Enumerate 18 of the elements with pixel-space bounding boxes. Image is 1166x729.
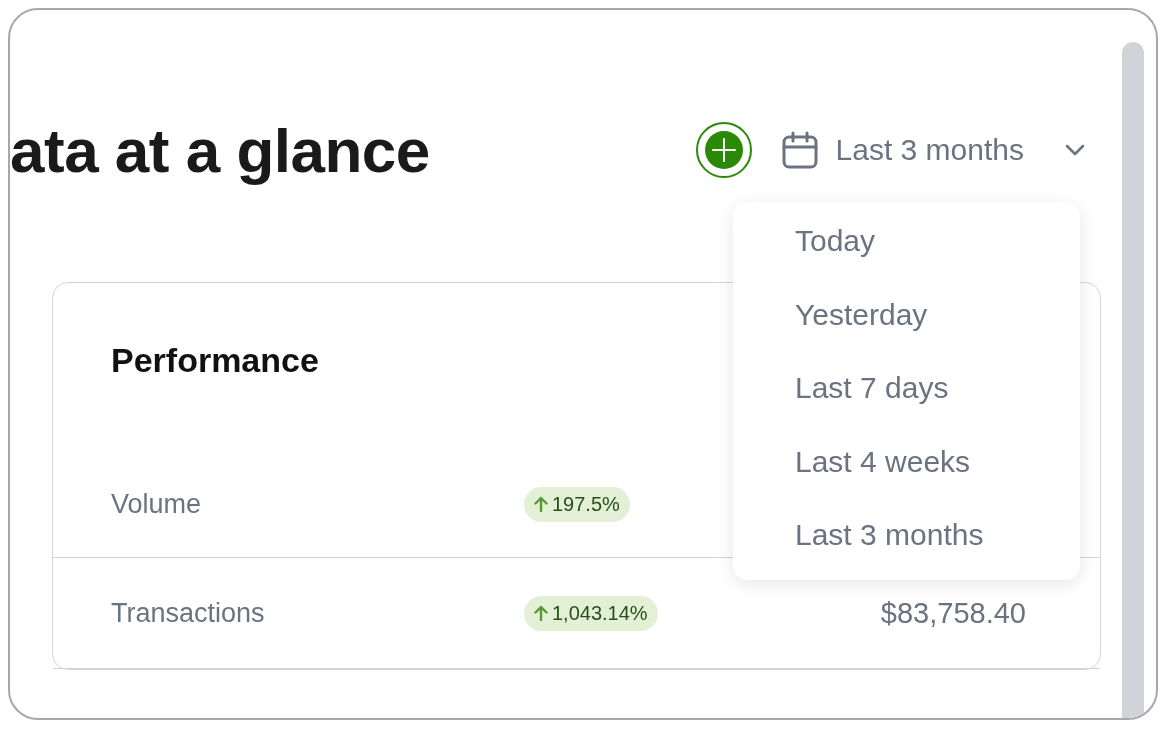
change-badge: 197.5% [524, 486, 630, 522]
menu-item[interactable]: Last 4 weeks [795, 444, 1080, 518]
menu-item[interactable]: Last 3 months [795, 518, 1080, 592]
change-badge: 1,043.14% [524, 595, 658, 631]
metric-amount: $83,758.40 [880, 596, 1026, 630]
metric-label: Transactions [111, 597, 266, 629]
menu-item[interactable]: Yesterday [795, 297, 1080, 371]
date-range-dropdown[interactable]: Last 3 months [781, 131, 1086, 169]
menu-item[interactable]: Last 7 days [795, 371, 1080, 445]
scrollbar[interactable] [1122, 42, 1144, 718]
metric-label: Volume [111, 488, 203, 520]
menu-item[interactable]: Today [795, 224, 1080, 298]
add-button[interactable] [695, 122, 752, 178]
card-title: Performance [111, 340, 319, 381]
plus-icon [695, 122, 752, 178]
calendar-icon [781, 131, 818, 169]
chevron-icon [1064, 143, 1086, 157]
page-title: ata at a glance [10, 114, 430, 186]
